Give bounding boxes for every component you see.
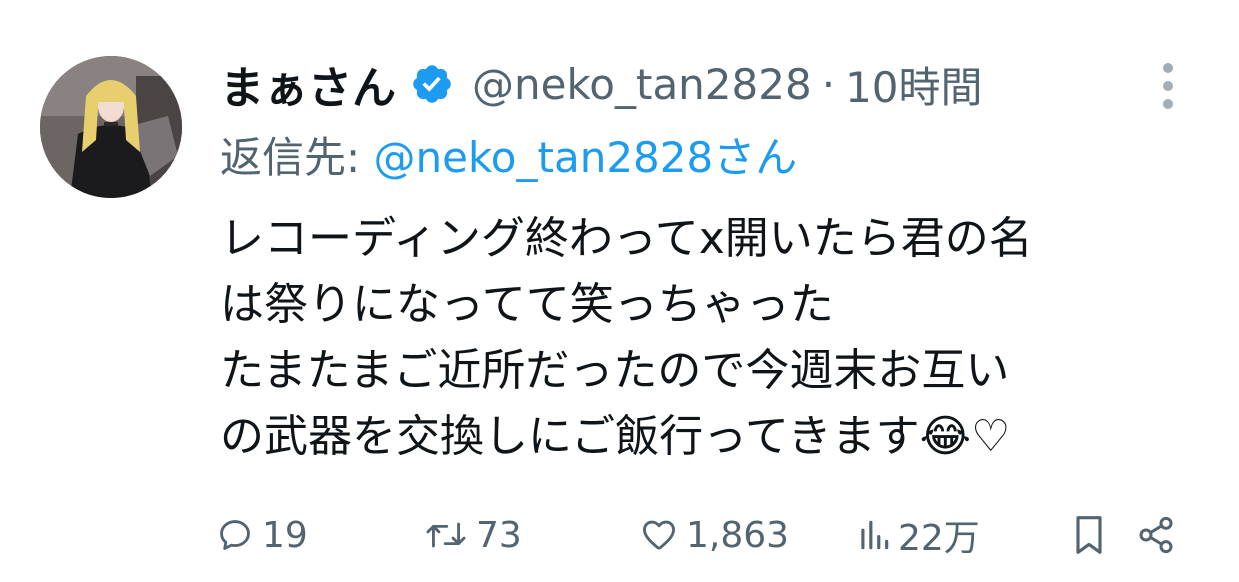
reply-icon <box>220 520 250 550</box>
separator-dot: · <box>821 59 836 109</box>
views-icon <box>861 520 889 550</box>
repost-button[interactable]: 73 <box>424 505 522 565</box>
avatar[interactable] <box>40 56 182 198</box>
like-icon <box>643 520 675 550</box>
tweet[interactable]: まぁさん @neko_tan2828 · 10時間 返信先: @neko_tan… <box>0 0 1239 582</box>
tweet-text-line: の武器を交換しにご飯行ってきます😂♡ <box>220 411 1011 462</box>
reply-label: 返信先: <box>220 133 374 182</box>
repost-count: 73 <box>476 514 522 556</box>
views-count: 22万 <box>898 518 980 559</box>
action-bar: 19 73 1,863 22万 <box>0 505 1239 565</box>
tweet-text: レコーディング終わってx開いたら君の名 は祭りになってて笑っちゃった たまたまご… <box>220 206 1220 470</box>
bookmark-icon <box>1076 516 1102 554</box>
reply-count: 19 <box>262 514 308 556</box>
repost-icon <box>426 522 466 548</box>
more-icon[interactable] <box>1150 60 1186 112</box>
reply-button[interactable]: 19 <box>216 505 308 565</box>
timestamp[interactable]: 10時間 <box>845 54 982 115</box>
like-count: 1,863 <box>686 514 790 556</box>
user-handle[interactable]: @neko_tan2828 <box>472 60 812 109</box>
share-icon <box>1139 516 1173 554</box>
views-button[interactable]: 22万 <box>858 505 980 565</box>
bookmark-button[interactable] <box>1070 505 1108 565</box>
reply-target-link[interactable]: @neko_tan2828さん <box>374 133 798 182</box>
tweet-text-line: は祭りになってて笑っちゃった <box>220 279 834 330</box>
avatar-image <box>40 56 182 198</box>
verified-badge-icon <box>410 62 454 106</box>
share-button[interactable] <box>1136 505 1176 565</box>
tweet-text-line: レコーディング終わってx開いたら君の名 <box>220 213 1033 264</box>
tweet-text-line: たまたまご近所だったので今週末お互い <box>220 345 1010 396</box>
like-button[interactable]: 1,863 <box>640 505 789 565</box>
tweet-header: まぁさん @neko_tan2828 · 10時間 <box>220 52 983 116</box>
display-name[interactable]: まぁさん <box>220 52 396 116</box>
reply-context: 返信先: @neko_tan2828さん <box>220 124 797 185</box>
